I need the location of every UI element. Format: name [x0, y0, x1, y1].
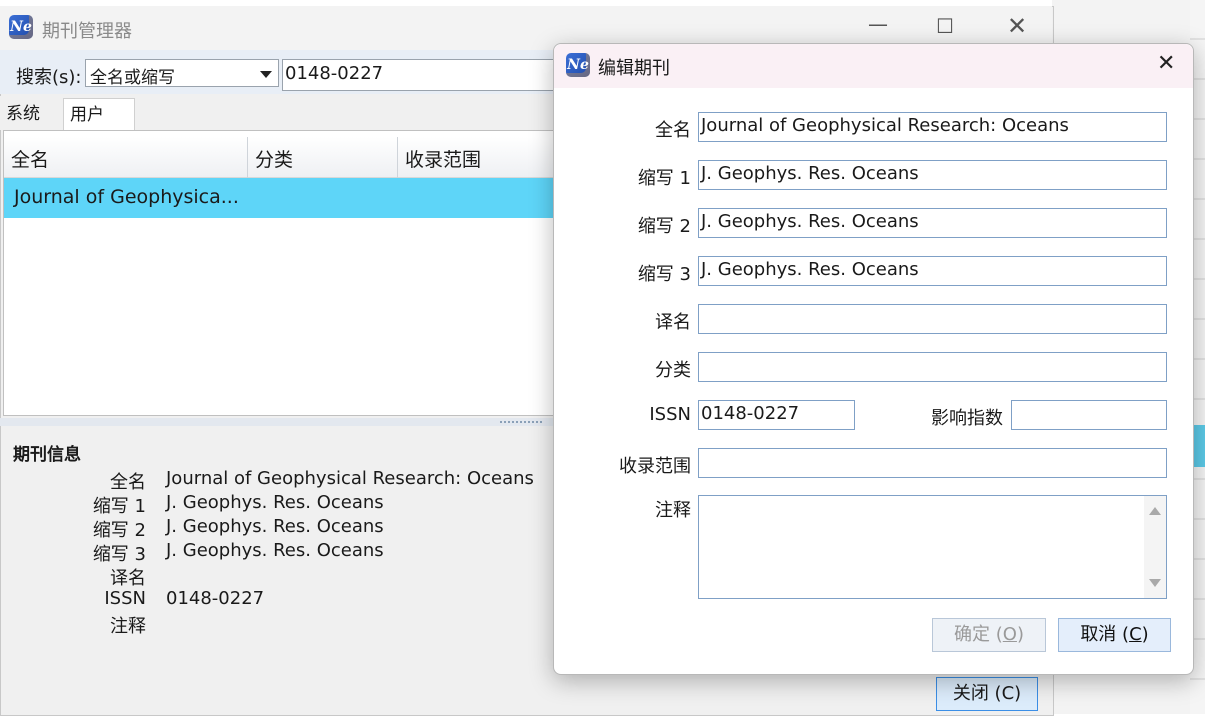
column-full-name[interactable]: 全名	[11, 145, 49, 172]
impact-field[interactable]	[1011, 400, 1167, 430]
ok-button[interactable]: 确定 (O)	[932, 618, 1046, 652]
full-name-field[interactable]: Journal of Geophysical Research: Oceans	[698, 112, 1167, 142]
info-title: 期刊信息	[13, 445, 81, 465]
maximize-icon[interactable]: ☐	[925, 14, 965, 38]
issn-field[interactable]: 0148-0227	[698, 400, 855, 430]
dialog-app-icon: Ne	[566, 53, 590, 77]
notes-field[interactable]	[698, 495, 1167, 599]
dialog-title: 编辑期刊	[598, 58, 670, 79]
cancel-button[interactable]: 取消 (C)	[1058, 618, 1171, 652]
tab-user[interactable]: 用户	[63, 98, 135, 131]
label-full-name: 全名	[655, 120, 691, 141]
info-value-abbr1: J. Geophys. Res. Oceans	[166, 492, 384, 513]
abbr2-field[interactable]: J. Geophys. Res. Oceans	[698, 208, 1167, 238]
coverage-field[interactable]	[698, 448, 1167, 478]
info-label-issn: ISSN	[104, 588, 146, 609]
translation-field[interactable]	[698, 304, 1167, 334]
info-label-notes: 注释	[110, 616, 146, 637]
label-category: 分类	[655, 360, 691, 381]
abbr1-field[interactable]: J. Geophys. Res. Oceans	[698, 160, 1167, 190]
scroll-down-icon[interactable]	[1149, 579, 1161, 587]
label-abbr3: 缩写 3	[637, 264, 691, 285]
tab-system[interactable]: 系统	[0, 98, 46, 130]
search-label: 搜索(s):	[16, 67, 82, 88]
label-notes: 注释	[655, 500, 691, 521]
info-value-abbr2: J. Geophys. Res. Oceans	[166, 516, 384, 537]
info-value-full-name: Journal of Geophysical Research: Oceans	[166, 468, 534, 489]
dialog-close-icon[interactable]: ✕	[1157, 51, 1175, 76]
info-label-full-name: 全名	[110, 472, 146, 493]
splitter[interactable]	[0, 418, 560, 426]
info-label-translation: 译名	[110, 568, 146, 589]
notes-scrollbar[interactable]	[1144, 496, 1166, 598]
search-mode-dropdown[interactable]: 全名或缩写	[85, 59, 279, 88]
close-button[interactable]: 关闭 (C)	[936, 677, 1038, 711]
info-label-abbr3: 缩写 3	[92, 544, 146, 565]
label-abbr1: 缩写 1	[637, 168, 691, 189]
category-field[interactable]	[698, 352, 1167, 382]
label-issn: ISSN	[649, 404, 691, 425]
label-coverage: 收录范围	[619, 456, 691, 477]
info-value-abbr3: J. Geophys. Res. Oceans	[166, 540, 384, 561]
minimize-icon[interactable]: —	[858, 12, 898, 36]
scroll-up-icon[interactable]	[1149, 507, 1161, 515]
abbr3-field[interactable]: J. Geophys. Res. Oceans	[698, 256, 1167, 286]
main-window-title: 期刊管理器	[42, 21, 132, 42]
close-window-icon[interactable]: ✕	[997, 12, 1037, 40]
label-impact: 影响指数	[931, 408, 1003, 429]
info-value-issn: 0148-0227	[166, 588, 265, 609]
search-input[interactable]: 0148-0227	[282, 59, 582, 91]
splitter-grip-icon[interactable]	[500, 421, 542, 425]
app-icon: Ne	[9, 15, 33, 39]
info-label-abbr1: 缩写 1	[92, 496, 146, 517]
table-row-full-name[interactable]: Journal of Geophysica...	[14, 186, 239, 208]
column-coverage[interactable]: 收录范围	[405, 145, 481, 172]
label-translation: 译名	[655, 312, 691, 333]
chevron-down-icon	[260, 71, 272, 78]
label-abbr2: 缩写 2	[637, 216, 691, 237]
column-category[interactable]: 分类	[255, 145, 293, 172]
search-mode-value: 全名或缩写	[90, 68, 175, 88]
info-label-abbr2: 缩写 2	[92, 520, 146, 541]
